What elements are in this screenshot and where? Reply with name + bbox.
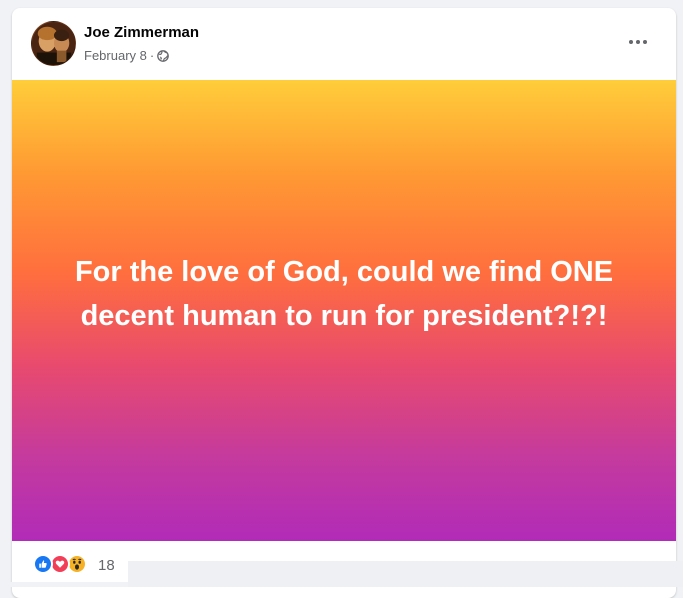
post-meta: February 8 · — [84, 48, 170, 63]
more-options-icon[interactable] — [620, 28, 656, 56]
like-icon[interactable] — [33, 554, 53, 574]
wow-icon[interactable] — [67, 554, 87, 574]
dot — [629, 40, 633, 44]
author-name[interactable]: Joe Zimmerman — [84, 24, 199, 41]
post-header: Joe Zimmerman February 8 · — [12, 8, 676, 80]
love-icon[interactable] — [50, 554, 70, 574]
post-card: Joe Zimmerman February 8 · For the love … — [12, 8, 676, 598]
globe-icon[interactable] — [157, 49, 170, 62]
reaction-count[interactable]: 18 — [98, 557, 115, 574]
dot — [636, 40, 640, 44]
post-background: For the love of God, could we find ONE d… — [12, 80, 676, 541]
bottom-overlay-left — [0, 582, 128, 587]
meta-separator: · — [149, 48, 155, 63]
author-avatar[interactable] — [31, 21, 76, 66]
bottom-overlay — [128, 561, 683, 587]
dot — [643, 40, 647, 44]
post-text: For the love of God, could we find ONE d… — [74, 255, 614, 332]
post-date[interactable]: February 8 — [84, 48, 147, 63]
avatar-photo — [32, 22, 75, 65]
reaction-icons[interactable] — [33, 554, 87, 574]
